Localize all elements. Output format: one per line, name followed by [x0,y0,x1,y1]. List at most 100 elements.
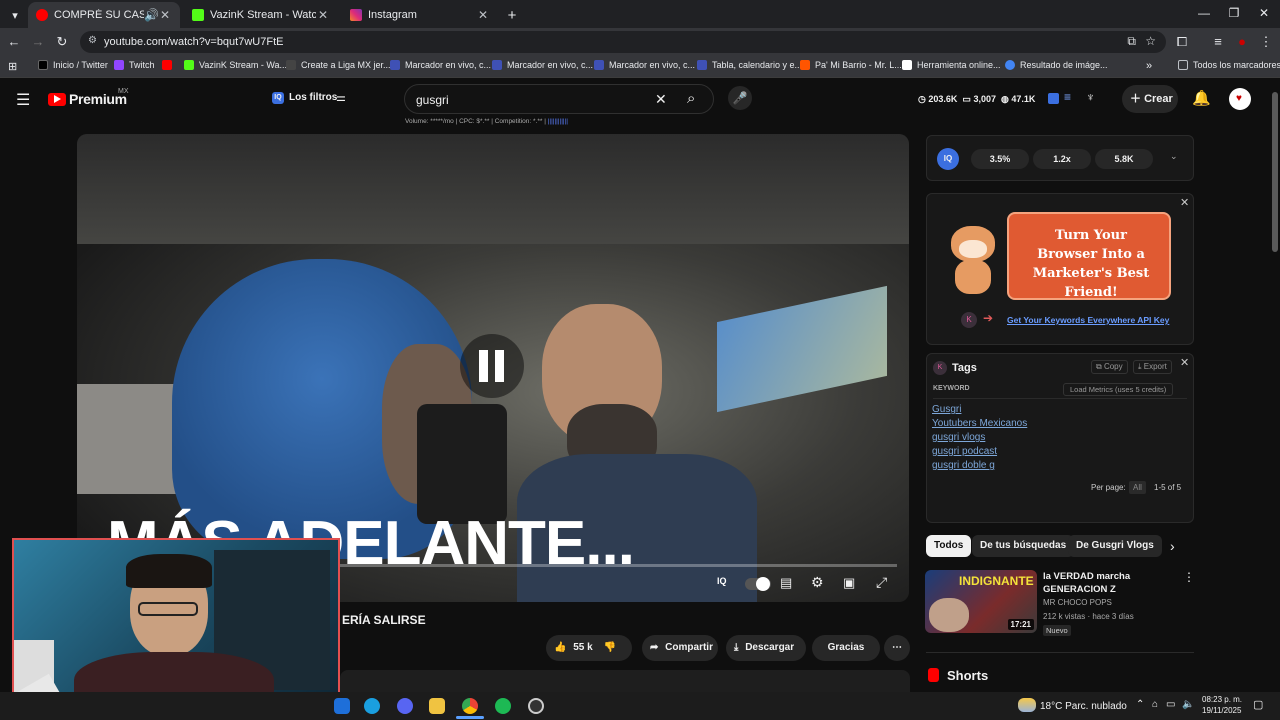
new-tab-button[interactable]: + [502,2,522,28]
bookmark-kick[interactable]: VazinK Stream - Wa... [184,60,287,70]
hamburger-menu-icon[interactable]: ☰ [16,90,30,110]
copy-button[interactable]: ⧉ Copy [1091,360,1128,374]
discord-icon[interactable] [397,698,413,714]
menu-dots-icon[interactable]: ⋮ [1258,34,1274,50]
api-key-link[interactable]: Get Your Keywords Everywhere API Key [1007,315,1169,325]
tab-close-icon[interactable]: ✕ [476,8,490,22]
avatar[interactable]: ♥ [1229,88,1251,110]
bookmark-marcador-3[interactable]: Marcador en vivo, c... [594,60,695,70]
chrome-icon[interactable] [462,698,478,714]
page-scrollbar[interactable] [1270,78,1280,692]
bookmark-herramienta[interactable]: Herramienta online... [902,60,1001,70]
file-explorer-icon[interactable] [429,698,445,714]
edge-browser-icon[interactable] [364,698,380,714]
minimize-icon[interactable]: — [1194,6,1214,20]
site-info-icon[interactable]: ⚙ [88,35,97,46]
close-promo-icon[interactable]: ✕ [1180,196,1189,209]
clear-search-icon[interactable]: ✕ [655,91,667,108]
notifications-bell-icon[interactable]: 🔔 [1192,89,1211,107]
vidiq-stats-icon[interactable]: ≡ [1064,90,1071,104]
download-button[interactable]: ⤓ Descargar [726,635,806,661]
tab-close-icon[interactable]: ✕ [158,8,172,22]
description-box[interactable] [340,670,910,692]
fullscreen-icon[interactable]: ⤢ [876,574,887,591]
autoplay-toggle[interactable] [745,577,771,591]
edge-icon[interactable] [334,698,350,714]
create-button[interactable]: ＋ Crear [1122,85,1178,113]
tab-kick[interactable]: VazinK Stream - Watch Live on ✕ [184,2,338,28]
notification-center-icon[interactable]: ▢ [1253,698,1263,711]
apps-grid-icon[interactable]: ⊞ [8,60,17,73]
video-thumbnail[interactable]: INDIGNANTE 17:21 [925,570,1037,633]
bookmark-ligamx[interactable]: Create a Liga MX jer... [286,60,391,70]
network-icon[interactable]: ▭ [1166,699,1175,710]
recommended-channel[interactable]: MR CHOCO POPS [1043,598,1112,607]
recommended-title[interactable]: la VERDAD marcha GENERACION Z [1043,570,1173,596]
bookmark-star-icon[interactable]: ☆ [1145,34,1156,48]
chip-all[interactable]: Todos [926,535,972,557]
like-dislike-group[interactable]: 👍 55 k 👎 [546,635,632,661]
clock-date[interactable]: 19/11/2025 [1202,706,1241,715]
reload-icon[interactable]: ↻ [54,34,70,50]
tab-youtube[interactable]: COMPRÉ SU CASA EN UN P 🔊 ✕ [28,2,180,28]
chip-from-searches[interactable]: De tus búsquedas [972,535,1075,557]
bookmark-marcador-1[interactable]: Marcador en vivo, c... [390,60,491,70]
settings-gear-icon[interactable]: ⚙ [811,574,824,591]
more-bookmarks-icon[interactable]: » [1146,60,1152,72]
clock-time[interactable]: 08:23 p. m. [1202,695,1242,704]
load-metrics-button[interactable]: Load Metrics (uses 5 credits) [1063,383,1174,396]
bookmark-twitch[interactable]: Twitch [114,60,155,70]
thanks-button[interactable]: Gracias [812,635,880,661]
chips-next-icon[interactable]: › [1170,538,1175,554]
tab-instagram[interactable]: Instagram ✕ [342,2,498,28]
keyword-link[interactable]: Youtubers Mexicanos [932,418,1027,429]
recommended-video[interactable]: INDIGNANTE 17:21 la VERDAD marcha GENERA… [925,568,1195,638]
microphone-icon[interactable]: 🎤 [728,86,752,110]
vidiq-trophy-icon[interactable]: ♆ [1086,90,1095,104]
spotify-icon[interactable] [495,698,511,714]
url-field[interactable]: ⚙ youtube.com/watch?v=bqut7wU7FtE ⧉ ☆ [80,31,1166,53]
video-player[interactable]: MÁS ADELANTE... IQ ▤ ⚙ ▣ ⤢ [77,134,909,602]
keyword-link[interactable]: gusgri podcast [932,446,997,457]
close-tags-icon[interactable]: ✕ [1180,356,1189,369]
scrollbar-thumb[interactable] [1272,92,1278,252]
close-window-icon[interactable]: ✕ [1254,6,1274,20]
volume-icon[interactable]: 🔈 [1182,699,1194,710]
profile-icon[interactable]: ● [1234,34,1250,49]
vidiq-player-icon[interactable]: IQ [717,576,727,586]
bookmark-twitter[interactable]: Inicio / Twitter [38,60,108,70]
search-input[interactable]: gusgri ✕ ⌕ [404,84,714,114]
bookmark-soundcloud[interactable]: Pa' Mi Barrio - Mr. L... [800,60,902,70]
keyword-link[interactable]: Gusgri [932,404,961,415]
tab-search-button[interactable]: ▾ [4,2,26,28]
chip-from-channel[interactable]: De Gusgri Vlogs [1068,535,1162,557]
weather-text[interactable]: 18°C Parc. nublado [1040,701,1127,712]
tray-app-icon[interactable]: ⌂ [1152,699,1158,710]
back-icon[interactable]: ← [6,34,22,49]
more-options-icon[interactable]: ⋮ [1183,570,1195,584]
media-controls-icon[interactable]: ≡ [1210,34,1226,49]
search-icon[interactable]: ⌕ [687,90,695,107]
extensions-icon[interactable]: ⧠ [1174,34,1190,50]
keyword-link[interactable]: gusgri vlogs [932,432,985,443]
tray-chevron-icon[interactable]: ⌃ [1136,699,1144,710]
tab-close-icon[interactable]: ✕ [316,8,330,22]
vidiq-toolbar-icon[interactable] [1048,93,1059,104]
install-app-icon[interactable]: ⧉ [1127,34,1136,49]
all-bookmarks[interactable]: Todos los marcadores [1178,60,1280,70]
chevron-down-icon[interactable]: ⌄ [1170,151,1178,162]
weather-icon[interactable] [1018,698,1036,712]
bookmark-google-images[interactable]: Resultado de imáge... [1005,60,1108,70]
pause-overlay-button[interactable] [460,334,524,398]
share-button[interactable]: ➦ Compartir [642,635,718,661]
bookmark-tabla[interactable]: Tabla, calendario y e... [697,60,802,70]
bookmark-youtube[interactable] [162,60,177,70]
forward-icon[interactable]: → [30,34,46,49]
keyword-link[interactable]: gusgri doble g [932,460,995,471]
obs-icon[interactable] [528,698,544,714]
dislike-icon[interactable]: 👎 [603,642,615,653]
like-icon[interactable]: 👍 [554,642,566,653]
miniplayer-icon[interactable]: ▣ [843,575,855,591]
subtitles-icon[interactable]: ▤ [780,575,792,591]
restore-icon[interactable]: ❐ [1224,6,1244,20]
